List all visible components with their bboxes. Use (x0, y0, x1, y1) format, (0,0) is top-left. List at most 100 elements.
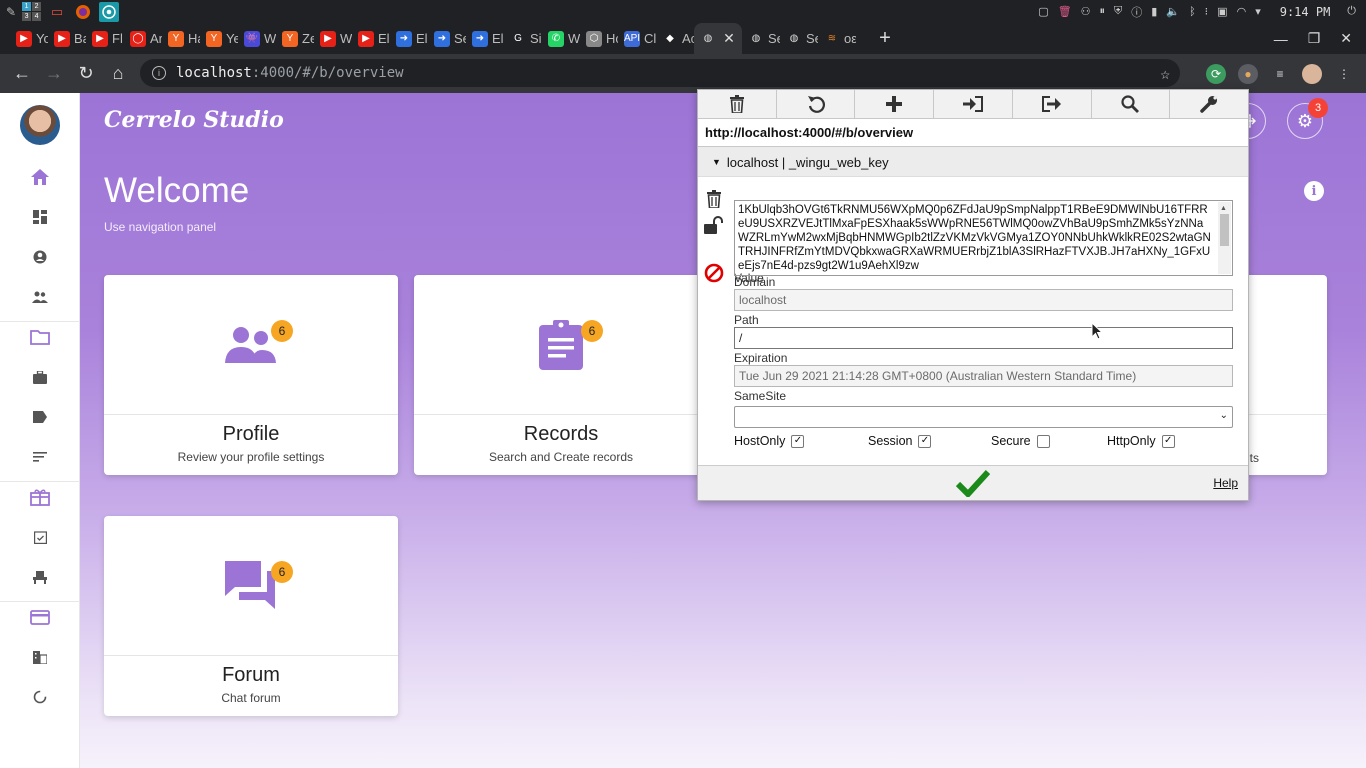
firefox-app-icon[interactable] (73, 2, 93, 22)
forward-button[interactable]: → (38, 58, 70, 90)
dots-tray-icon[interactable]: ⁝ (1205, 5, 1209, 18)
battery-tray-icon[interactable]: ▮ (1151, 5, 1157, 18)
sidebar-home-icon[interactable] (28, 165, 52, 189)
close-window-button[interactable]: ✕ (1340, 30, 1352, 47)
httponly-flag[interactable]: HttpOnly ✓ (1107, 434, 1175, 448)
browser-tab[interactable]: ⬡ Hc (580, 23, 618, 54)
sidebar-wrap-text-icon[interactable] (28, 445, 52, 469)
card-profile[interactable]: 6 Profile Review your profile settings (104, 275, 398, 475)
pause-tray-icon[interactable]: ⏸ (1100, 5, 1106, 18)
chevron-down-icon[interactable]: ▾ (1255, 5, 1261, 18)
path-field[interactable]: / (734, 327, 1233, 349)
value-textarea[interactable]: 1KbUlqb3hOVGt6TkRNMU56WXpMQ0p6ZFdJaU9pSm… (734, 200, 1233, 276)
shield-tray-icon[interactable]: ⛨ (1114, 5, 1122, 18)
window-icon[interactable]: ▢ (1038, 5, 1048, 18)
browser-tab[interactable]: ▶ El (352, 23, 390, 54)
workspace-4[interactable]: 4 (32, 12, 42, 21)
browser-tab[interactable]: 👾 Wi (238, 23, 276, 54)
wifi-tray-icon[interactable]: ◠ (1237, 5, 1247, 18)
network-tray-icon[interactable]: ⚇ (1081, 5, 1091, 18)
browser-tab[interactable]: ➜ El (390, 23, 428, 54)
sync-extension-icon[interactable]: ⟳ (1206, 63, 1226, 84)
minimize-button[interactable]: — (1274, 31, 1288, 47)
back-button[interactable]: ← (6, 58, 38, 90)
secure-flag[interactable]: Secure (991, 434, 1050, 448)
cookie-header[interactable]: ▼ localhost | _wingu_web_key (698, 148, 1248, 176)
sidebar-building-icon[interactable] (28, 645, 52, 669)
httponly-checkbox[interactable]: ✓ (1161, 434, 1175, 448)
avatar[interactable] (20, 105, 60, 145)
bluetooth-tray-icon[interactable]: ᛒ (1189, 6, 1196, 18)
delete-all-button[interactable] (698, 90, 777, 118)
bookmark-star-icon[interactable]: ☆ (1160, 64, 1170, 83)
browser-tab[interactable]: Y Ha (162, 23, 200, 54)
sidebar-people-icon[interactable] (28, 285, 52, 309)
value-scrollbar[interactable]: ▲ (1218, 202, 1231, 274)
workspace-switcher[interactable]: 1 2 3 4 (22, 2, 42, 21)
browser-tab[interactable]: API Cl (618, 23, 656, 54)
reset-button[interactable] (777, 90, 856, 118)
restore-button[interactable]: ❐ (1308, 30, 1321, 47)
delete-cookie-button[interactable] (702, 187, 726, 211)
sidebar-folder-icon[interactable] (28, 325, 52, 349)
browser-tab[interactable]: ▶ Yo (10, 23, 48, 54)
browser-tab-active[interactable]: ◍ ✕ (694, 23, 742, 54)
address-bar[interactable]: i localhost:4000/#/b/overview ☆ (140, 59, 1180, 87)
new-tab-button[interactable]: + (870, 27, 900, 50)
close-tab-icon[interactable]: ✕ (720, 30, 738, 47)
hostonly-flag[interactable]: HostOnly ✓ (734, 434, 805, 448)
sidebar-gift-icon[interactable] (28, 485, 52, 509)
domain-field[interactable]: localhost (734, 289, 1233, 311)
cookie-extension-icon[interactable]: ● (1238, 63, 1258, 84)
export-button[interactable] (1013, 90, 1092, 118)
chrome-app-icon[interactable] (99, 1, 120, 22)
brand-logo[interactable]: Cerrelo Studio (104, 107, 284, 133)
add-cookie-button[interactable] (855, 90, 935, 118)
display-tray-icon[interactable]: ▣ (1217, 5, 1227, 18)
workspace-3[interactable]: 3 (22, 12, 32, 21)
browser-tab[interactable]: ▶ We (314, 23, 352, 54)
volume-tray-icon[interactable]: 🔈 (1166, 5, 1180, 18)
help-link[interactable]: Help (1213, 476, 1238, 490)
media-control-icon[interactable]: ≡ (1270, 64, 1290, 84)
import-button[interactable] (934, 90, 1013, 118)
sidebar-loading-icon[interactable] (28, 685, 52, 709)
session-flag[interactable]: Session ✓ (868, 434, 932, 448)
browser-tab[interactable]: ≋ oε (818, 23, 856, 54)
browser-tab[interactable]: ➜ El (466, 23, 504, 54)
hostonly-checkbox[interactable]: ✓ (791, 434, 805, 448)
sidebar-chair-icon[interactable] (28, 565, 52, 589)
home-button[interactable]: ⌂ (102, 58, 134, 90)
sidebar-credit-card-icon[interactable] (28, 605, 52, 629)
workspace-1[interactable]: 1 (22, 2, 32, 11)
browser-tab[interactable]: ◍ Se (742, 23, 780, 54)
reload-button[interactable]: ↻ (70, 58, 102, 90)
session-checkbox[interactable]: ✓ (918, 434, 932, 448)
browser-tab[interactable]: Y Ye (200, 23, 238, 54)
unlock-cookie-button[interactable] (702, 213, 726, 237)
info-tray-icon[interactable]: ⓘ (1131, 4, 1142, 20)
samesite-select[interactable]: ⌄ (734, 406, 1233, 428)
sidebar-label-icon[interactable] (28, 405, 52, 429)
card-forum[interactable]: 6 Forum Chat forum (104, 516, 398, 716)
folder-app-icon[interactable]: ▭ (47, 2, 67, 22)
launcher-icon[interactable]: ✎ (6, 5, 16, 19)
profile-avatar-icon[interactable] (1302, 63, 1322, 84)
browser-tab[interactable]: ◍ Se (780, 23, 818, 54)
browser-tab[interactable]: ◯ Ar (124, 23, 162, 54)
search-button[interactable] (1092, 90, 1171, 118)
sidebar-account-icon[interactable] (28, 245, 52, 269)
clock[interactable]: 9:14 PM (1280, 5, 1331, 19)
browser-tab[interactable]: ✆ Wh (542, 23, 580, 54)
browser-tab[interactable]: ➜ Se (428, 23, 466, 54)
workspace-2[interactable]: 2 (32, 2, 42, 11)
power-icon[interactable]: ⏻ (1347, 5, 1356, 18)
block-cookie-button[interactable] (702, 261, 726, 285)
sidebar-briefcase-icon[interactable] (28, 365, 52, 389)
info-button[interactable]: i (1304, 181, 1324, 201)
browser-menu-icon[interactable]: ⋮ (1334, 64, 1354, 84)
expiration-field[interactable]: Tue Jun 29 2021 21:14:28 GMT+0800 (Austr… (734, 365, 1233, 387)
browser-tab[interactable]: G Si (504, 23, 542, 54)
browser-tab[interactable]: ▶ Ba (48, 23, 86, 54)
sidebar-dashboard-icon[interactable] (28, 205, 52, 229)
